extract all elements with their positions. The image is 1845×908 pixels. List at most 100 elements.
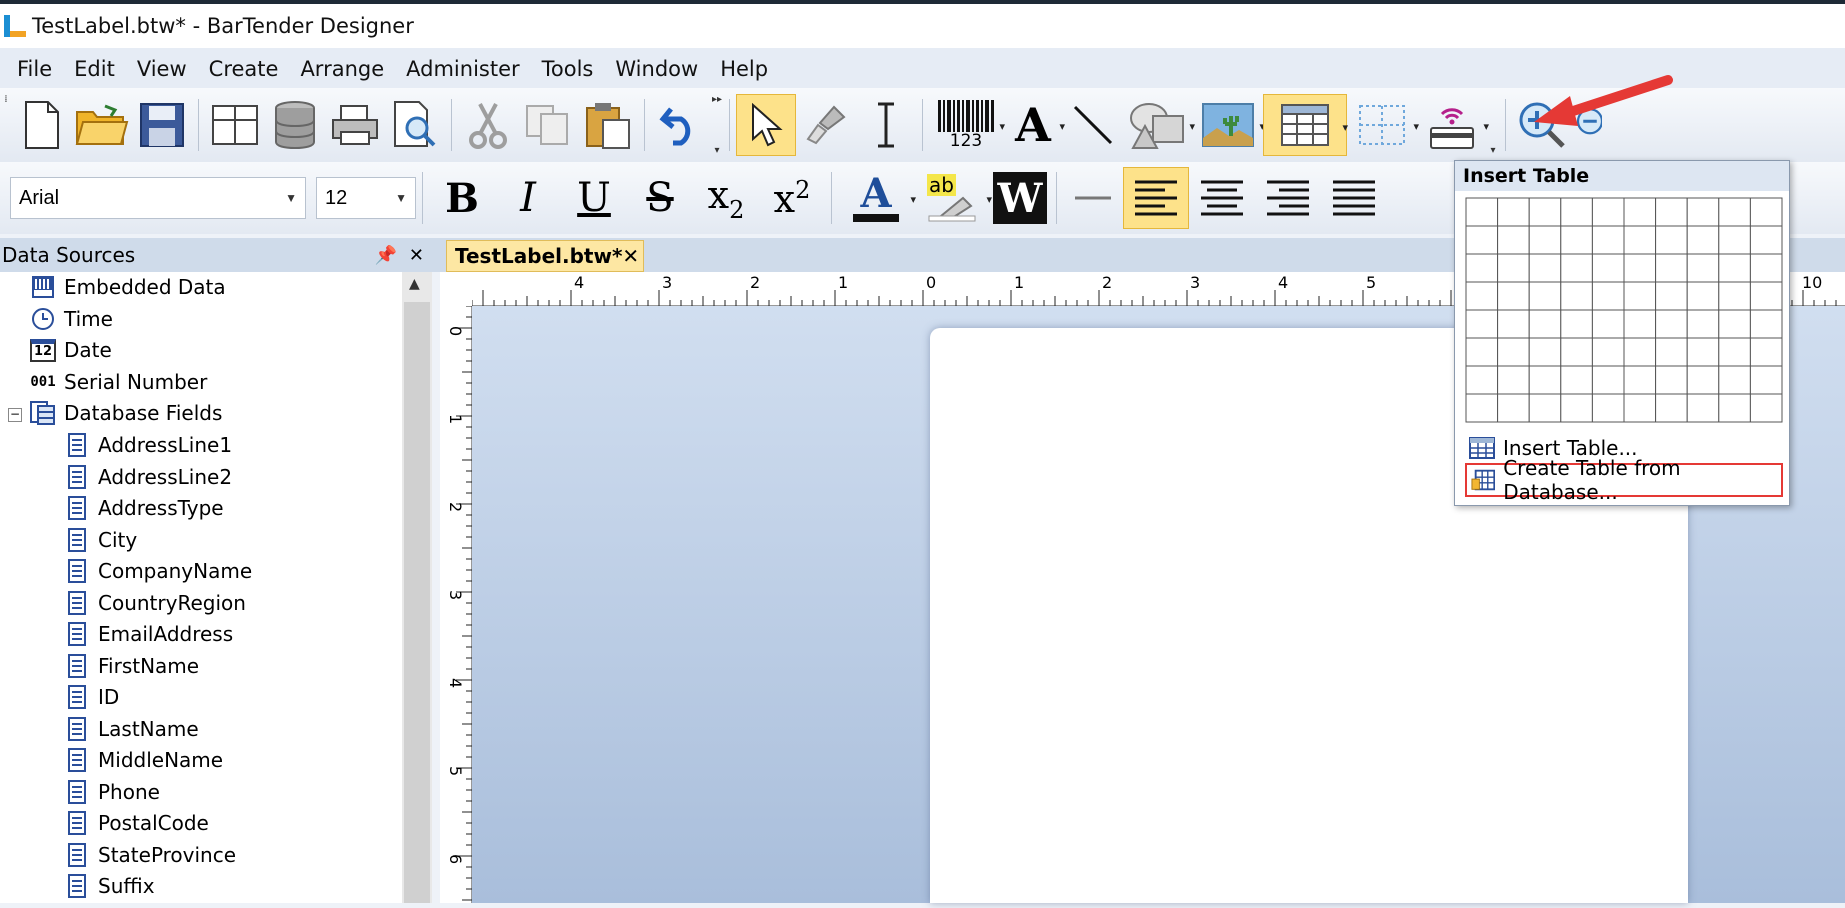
close-icon[interactable]: ✕ [409, 245, 424, 266]
arrow-pointer-icon [752, 103, 783, 147]
print-button[interactable] [325, 94, 385, 156]
panel-scrollbar[interactable]: ▲ [402, 272, 432, 903]
tree-item-field[interactable]: AddressLine1 [64, 430, 232, 460]
align-center-button[interactable] [1189, 167, 1255, 229]
print-preview-button[interactable] [385, 94, 445, 156]
tree-item-serial-number[interactable]: 001 Serial Number [30, 367, 207, 397]
tree-item-embedded-data[interactable]: Embedded Data [30, 272, 226, 302]
tree-item-field[interactable]: Phone [64, 777, 160, 807]
font-name-dropdown[interactable]: Arial ▼ [10, 177, 306, 219]
menu-file[interactable]: File [6, 57, 63, 81]
table-grid-cell [1560, 281, 1593, 311]
subscript-button[interactable]: x2 [693, 167, 759, 229]
create-text-button[interactable]: A ▾ [1003, 94, 1065, 156]
align-right-button[interactable] [1255, 167, 1321, 229]
highlight-button[interactable]: ab ▾ [914, 167, 992, 229]
menu-window[interactable]: Window [604, 57, 709, 81]
open-button[interactable] [72, 94, 132, 156]
picture-icon [1202, 103, 1254, 147]
tree-item-field[interactable]: CompanyName [64, 556, 252, 586]
field-icon [64, 559, 90, 583]
text-cursor-button[interactable] [856, 94, 916, 156]
copy-icon [526, 105, 568, 145]
toolbar-overflow[interactable]: ▸▸ ▾ [711, 94, 723, 156]
justify-button[interactable] [1321, 167, 1387, 229]
scroll-up-icon[interactable]: ▲ [409, 276, 420, 292]
database-fields-icon [30, 401, 56, 425]
strikethrough-button[interactable]: S [627, 167, 693, 229]
tree-item-field[interactable]: CountryRegion [64, 588, 246, 618]
tree-item-database-fields[interactable]: Database Fields [30, 398, 222, 428]
format-painter-button[interactable] [796, 94, 856, 156]
align-left-button[interactable] [1123, 167, 1189, 229]
table-icon [1469, 437, 1495, 459]
table-grid-cell [1686, 253, 1720, 283]
create-barcode-button[interactable]: 123 ▾ [929, 94, 1005, 156]
table-grid-cell [1465, 309, 1499, 339]
undo-button[interactable] [651, 94, 711, 156]
page-setup-button[interactable] [205, 94, 265, 156]
tree-item-field[interactable]: MiddleName [64, 745, 223, 775]
collapse-toggle[interactable]: − [8, 408, 22, 422]
tree-item-field[interactable]: City [64, 525, 137, 555]
table-grid-cell [1655, 197, 1688, 227]
select-tool-button[interactable] [736, 94, 796, 156]
save-button[interactable] [132, 94, 192, 156]
database-setup-button[interactable] [265, 94, 325, 156]
ruler-label: 5 [446, 766, 465, 776]
new-document-icon [25, 101, 59, 149]
menu-tools[interactable]: Tools [531, 57, 605, 81]
tree-item-date[interactable]: 12 Date [29, 335, 112, 365]
paste-button[interactable] [578, 94, 638, 156]
toolbar-grip[interactable]: ⁞ [0, 94, 12, 156]
tree-item-field[interactable]: AddressLine2 [64, 462, 232, 492]
field-label: MiddleName [98, 748, 224, 772]
tree-item-field[interactable]: AddressType [64, 493, 224, 523]
insert-table-dropdown: Insert Table Insert Table... Create Tabl… [1454, 160, 1790, 506]
chevron-down-icon[interactable]: ▾ [1483, 120, 1489, 133]
table-grid-cell [1560, 337, 1593, 367]
wordart-button[interactable]: W [990, 167, 1050, 229]
create-shape-button[interactable]: ▾ [1123, 94, 1195, 156]
cut-button[interactable] [458, 94, 518, 156]
table-grid-cell [1465, 197, 1499, 227]
font-size-dropdown[interactable]: 12 ▼ [316, 177, 416, 219]
line-style-button[interactable] [1063, 167, 1123, 229]
menu-administer[interactable]: Administer [395, 57, 531, 81]
tree-item-time[interactable]: Time [30, 304, 113, 334]
tree-item-field[interactable]: StateProvince [64, 840, 236, 870]
pin-icon[interactable]: 📌 [374, 245, 396, 266]
menu-arrange[interactable]: Arrange [289, 57, 395, 81]
copy-button[interactable] [518, 94, 578, 156]
create-rfid-button[interactable]: ▾ [1417, 94, 1489, 156]
bold-button[interactable]: B [429, 167, 495, 229]
table-grid-cell [1528, 393, 1562, 423]
tree-item-field[interactable]: EmailAddress [64, 619, 233, 649]
tab-testlabel[interactable]: TestLabel.btw* ✕ [446, 240, 644, 272]
tree-item-field[interactable]: PostalCode [64, 808, 209, 838]
underline-button[interactable]: U [561, 167, 627, 229]
create-table-button[interactable]: ▾ [1263, 94, 1348, 156]
align-right-icon [1267, 180, 1309, 216]
scroll-track[interactable] [404, 302, 430, 903]
menu-edit[interactable]: Edit [63, 57, 126, 81]
menu-view[interactable]: View [126, 57, 198, 81]
tree-item-field[interactable]: FirstName [64, 651, 199, 681]
new-document-button[interactable] [12, 94, 72, 156]
create-box-button[interactable]: ▾ [1347, 94, 1419, 156]
superscript-button[interactable]: x2 [759, 167, 825, 229]
menu-create[interactable]: Create [198, 57, 290, 81]
field-label: Phone [98, 779, 160, 804]
table-size-grid[interactable] [1465, 197, 1783, 428]
italic-button[interactable]: I [495, 167, 561, 229]
create-line-button[interactable] [1063, 94, 1123, 156]
tree-item-field[interactable]: LastName [64, 714, 199, 744]
tree-item-field[interactable]: Suffix [64, 871, 155, 901]
table-grid-cell [1718, 393, 1751, 423]
tree-item-field[interactable]: ID [64, 682, 119, 712]
close-icon[interactable]: ✕ [622, 244, 639, 268]
font-color-button[interactable]: A ▾ [838, 167, 916, 229]
create-table-from-database-menu-item[interactable]: Create Table from Database... [1465, 456, 1783, 504]
create-picture-button[interactable]: ▾ [1193, 94, 1265, 156]
menu-help[interactable]: Help [709, 57, 779, 81]
